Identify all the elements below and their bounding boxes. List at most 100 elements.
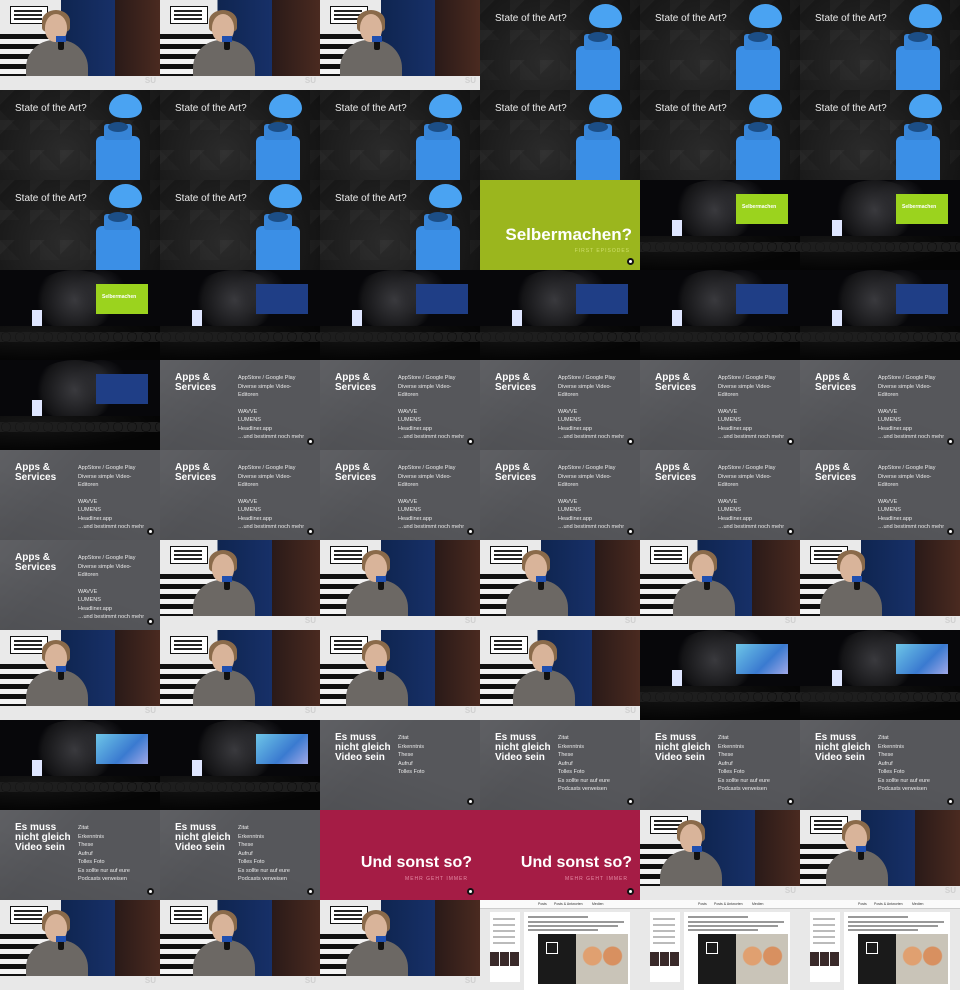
tab-posts[interactable]: Posts: [858, 902, 867, 906]
speaker-frame-2[interactable]: SU: [160, 0, 320, 90]
speaker-frame-61[interactable]: SU: [0, 900, 160, 990]
stage-wide-frame-17[interactable]: Selbermachen: [640, 180, 800, 270]
tab-posts[interactable]: Posts: [698, 902, 707, 906]
stage-wide-frame-49[interactable]: [0, 720, 160, 810]
slide-list: AppStore / Google Play Diverse simple Vid…: [78, 464, 158, 532]
stage-wide-frame-22[interactable]: [480, 270, 640, 360]
speaker-frame-60[interactable]: SU: [800, 810, 960, 900]
media-thumbnails[interactable]: [810, 952, 840, 966]
microphone-icon: [542, 666, 552, 680]
slide-video-51[interactable]: Es muss nicht gleich Video sein Zitat Erk…: [320, 720, 480, 810]
slide-apps-services-29[interactable]: Apps & Services AppStore / Google Play Di…: [640, 360, 800, 450]
slide-video-53[interactable]: Es muss nicht gleich Video sein Zitat Erk…: [640, 720, 800, 810]
web-page-frame-65[interactable]: Posts Posts & Antworten Medien: [640, 900, 800, 990]
slide-video-55[interactable]: Es muss nicht gleich Video sein Zitat Erk…: [0, 810, 160, 900]
slide-selbermachen-16[interactable]: Selbermachen? FIRST EPISODES: [480, 180, 640, 270]
tab-posts-replies[interactable]: Posts & Antworten: [554, 902, 583, 906]
tab-posts[interactable]: Posts: [538, 902, 547, 906]
tab-media[interactable]: Medien: [752, 902, 763, 906]
stage-wide-frame-21[interactable]: [320, 270, 480, 360]
slide-state-of-the-art-6[interactable]: State of the Art?: [800, 0, 960, 90]
post-image[interactable]: [698, 934, 788, 984]
speaker-frame-63[interactable]: SU: [320, 900, 480, 990]
slide-state-of-the-art-14[interactable]: State of the Art?: [160, 180, 320, 270]
slide-state-of-the-art-4[interactable]: State of the Art?: [480, 0, 640, 90]
speaker-frame-38[interactable]: SU: [160, 540, 320, 630]
stage-wide-frame-47[interactable]: [640, 630, 800, 720]
speaker-frame-39[interactable]: SU: [320, 540, 480, 630]
slide-state-of-the-art-8[interactable]: State of the Art?: [160, 90, 320, 180]
slide-title: Es muss nicht gleich Video sein: [335, 732, 391, 763]
slide-apps-services-37[interactable]: Apps & Services AppStore / Google Play Di…: [0, 540, 160, 630]
lectern: [160, 976, 320, 990]
slide-apps-services-27[interactable]: Apps & Services AppStore / Google Play Di…: [320, 360, 480, 450]
slide-apps-services-36[interactable]: Apps & Services AppStore / Google Play Di…: [800, 450, 960, 540]
stage-wide-frame-19[interactable]: Selbermachen: [0, 270, 160, 360]
slide-list-item: Headliner.app: [878, 515, 912, 522]
tab-posts-replies[interactable]: Posts & Antworten: [714, 902, 743, 906]
slide-apps-services-26[interactable]: Apps & Services AppStore / Google Play Di…: [160, 360, 320, 450]
stage-wide-frame-24[interactable]: [800, 270, 960, 360]
speaker-frame-62[interactable]: SU: [160, 900, 320, 990]
tab-media[interactable]: Medien: [912, 902, 923, 906]
slide-video-52[interactable]: Es muss nicht gleich Video sein Zitat Erk…: [480, 720, 640, 810]
web-page-frame-64[interactable]: Posts Posts & Antworten Medien: [480, 900, 640, 990]
stage-wide-frame-20[interactable]: [160, 270, 320, 360]
speaker-frame-46[interactable]: SU: [480, 630, 640, 720]
tab-media[interactable]: Medien: [592, 902, 603, 906]
slide-apps-services-31[interactable]: Apps & Services AppStore / Google Play Di…: [0, 450, 160, 540]
stage-wide-frame-48[interactable]: [800, 630, 960, 720]
slide-video-54[interactable]: Es muss nicht gleich Video sein Zitat Erk…: [800, 720, 960, 810]
slide-list-item: AppStore / Google Play: [878, 375, 936, 381]
slide-state-of-the-art-15[interactable]: State of the Art?: [320, 180, 480, 270]
slide-apps-services-32[interactable]: Apps & Services AppStore / Google Play Di…: [160, 450, 320, 540]
stage-wide-frame-50[interactable]: [160, 720, 320, 810]
slide-list-item: Aufruf: [558, 760, 573, 767]
speaker-frame-59[interactable]: SU: [640, 810, 800, 900]
speaker-frame-40[interactable]: SU: [480, 540, 640, 630]
slide-state-of-the-art-13[interactable]: State of the Art?: [0, 180, 160, 270]
speaker-frame-41[interactable]: SU: [640, 540, 800, 630]
slide-state-of-the-art-10[interactable]: State of the Art?: [480, 90, 640, 180]
speaker-frame-3[interactable]: SU: [320, 0, 480, 90]
slide-apps-services-28[interactable]: Apps & Services AppStore / Google Play Di…: [480, 360, 640, 450]
slide-apps-services-30[interactable]: Apps & Services AppStore / Google Play Di…: [800, 360, 960, 450]
slide-list-item: Headliner.app: [398, 425, 432, 432]
slide-und-sonst-so-58[interactable]: Und sonst so? MEHR GEHT IMMER: [480, 810, 640, 900]
speaker-frame-45[interactable]: SU: [320, 630, 480, 720]
slide-und-sonst-so-57[interactable]: Und sonst so? MEHR GEHT IMMER: [320, 810, 480, 900]
media-thumbnails[interactable]: [490, 952, 520, 966]
slide-list-item: AppStore / Google Play: [78, 465, 136, 471]
microphone-icon: [692, 846, 702, 860]
slide-state-of-the-art-11[interactable]: State of the Art?: [640, 90, 800, 180]
slide-state-of-the-art-12[interactable]: State of the Art?: [800, 90, 960, 180]
tab-posts-replies[interactable]: Posts & Antworten: [874, 902, 903, 906]
web-page-frame-66[interactable]: Posts Posts & Antworten Medien: [800, 900, 960, 990]
stage-wide-frame-23[interactable]: [640, 270, 800, 360]
slide-apps-services-34[interactable]: Apps & Services AppStore / Google Play Di…: [480, 450, 640, 540]
stage-wide-frame-25[interactable]: [0, 360, 160, 450]
media-thumbnails[interactable]: [650, 952, 680, 966]
slide-apps-services-35[interactable]: Apps & Services AppStore / Google Play Di…: [640, 450, 800, 540]
slide-list-item: AppStore / Google Play: [398, 375, 456, 381]
cloud-shape-icon: [109, 184, 142, 208]
post-image[interactable]: [538, 934, 628, 984]
stage-wide-frame-18[interactable]: Selbermachen: [800, 180, 960, 270]
slide-list-item: LUMENS: [878, 507, 901, 513]
speaker-frame-1[interactable]: SU: [0, 0, 160, 90]
speaker-frame-42[interactable]: SU: [800, 540, 960, 630]
slide-state-of-the-art-7[interactable]: State of the Art?: [0, 90, 160, 180]
cloud-shape-icon: [589, 4, 622, 28]
slide-state-of-the-art-5[interactable]: State of the Art?: [640, 0, 800, 90]
post-image[interactable]: [858, 934, 948, 984]
slide-video-56[interactable]: Es muss nicht gleich Video sein Zitat Erk…: [160, 810, 320, 900]
slide-title: Selbermachen?: [505, 225, 632, 244]
slide-list-item: …und bestimmt noch mehr: [558, 434, 625, 440]
slide-state-of-the-art-9[interactable]: State of the Art?: [320, 90, 480, 180]
speaker-frame-43[interactable]: SU: [0, 630, 160, 720]
vessel-icon: [416, 212, 460, 270]
slide-apps-services-33[interactable]: Apps & Services AppStore / Google Play Di…: [320, 450, 480, 540]
projection-screen: [576, 284, 628, 314]
speaker-frame-44[interactable]: SU: [160, 630, 320, 720]
lectern-light: [32, 760, 42, 776]
